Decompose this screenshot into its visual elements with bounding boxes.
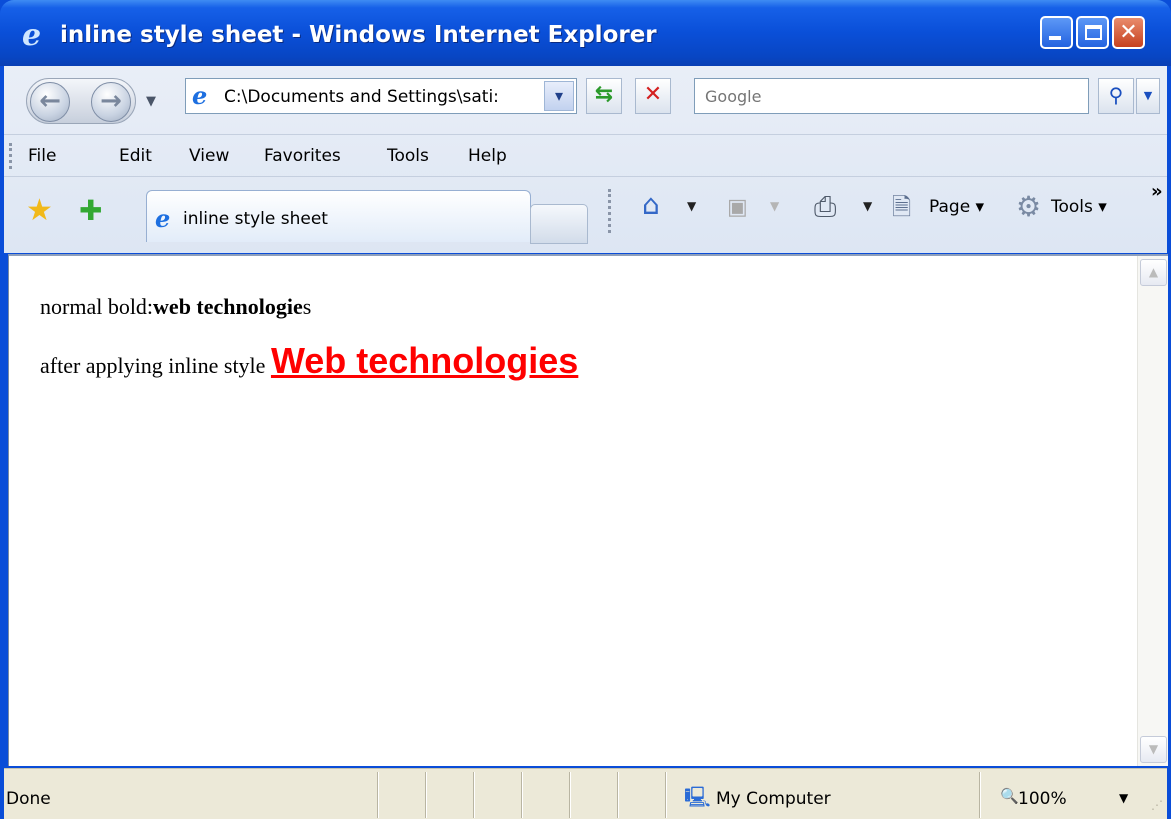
menu-view[interactable]: View bbox=[187, 146, 231, 166]
ie-logo-icon: e bbox=[22, 18, 42, 53]
magnifier-icon: ⚲ bbox=[1108, 83, 1124, 107]
status-divider bbox=[617, 772, 618, 818]
chevron-down-icon: ▾ bbox=[554, 86, 564, 105]
status-bar: Done 🖳 My Computer 🔍 100% ▼ ⋰ bbox=[4, 768, 1167, 819]
recent-pages-dropdown[interactable]: ▼ bbox=[146, 94, 156, 109]
feeds-icon[interactable]: ▣ bbox=[727, 195, 748, 221]
styled-text: Web technologies bbox=[270, 340, 579, 381]
security-zone[interactable]: My Computer bbox=[716, 789, 831, 809]
stop-icon: ✕ bbox=[643, 82, 663, 107]
home-icon[interactable]: ⌂ bbox=[642, 189, 660, 221]
toolbar-overflow-button[interactable]: » bbox=[1151, 181, 1163, 202]
zoom-icon[interactable]: 🔍 bbox=[1000, 787, 1019, 805]
chevron-up-icon: ▲ bbox=[1148, 265, 1159, 279]
search-button[interactable]: ⚲ bbox=[1098, 78, 1134, 114]
browser-window: e inline style sheet - Windows Internet … bbox=[0, 0, 1171, 819]
menu-help[interactable]: Help bbox=[466, 146, 509, 166]
status-divider bbox=[569, 772, 570, 818]
feeds-dropdown-button[interactable]: ▼ bbox=[770, 199, 779, 213]
page-content: normal bold:web technologies after apply… bbox=[8, 254, 1168, 766]
close-icon: ✕ bbox=[1119, 20, 1138, 45]
tab-label: inline style sheet bbox=[183, 209, 328, 229]
address-bar[interactable]: e C:\Documents and Settings\sati: ▾ bbox=[185, 78, 577, 114]
new-tab-button[interactable] bbox=[530, 204, 588, 244]
address-bar-row: ← → ▼ e C:\Documents and Settings\sati: … bbox=[4, 66, 1167, 134]
normal-bold-line: normal bold:web technologies bbox=[40, 294, 311, 320]
ie-page-icon: e bbox=[155, 204, 171, 233]
status-divider bbox=[473, 772, 474, 818]
maximize-button[interactable] bbox=[1076, 16, 1109, 49]
vertical-scrollbar[interactable]: ▲ ▼ bbox=[1137, 256, 1168, 766]
tab-row: ★ ✚ e inline style sheet ⌂ ▼ ▣ ▼ ⎙ ▼ 🗎 P… bbox=[4, 176, 1167, 253]
maximize-icon bbox=[1085, 25, 1102, 40]
star-icon[interactable]: ★ bbox=[26, 195, 53, 227]
search-options-button[interactable]: ▼ bbox=[1136, 78, 1160, 114]
address-dropdown-button[interactable]: ▾ bbox=[544, 81, 574, 111]
page-ie-icon: e bbox=[192, 81, 208, 110]
bold-text: web technologie bbox=[153, 294, 303, 319]
back-arrow-icon: ← bbox=[39, 86, 61, 116]
line1-prefix: normal bold: bbox=[40, 294, 154, 319]
scroll-up-button[interactable]: ▲ bbox=[1140, 259, 1167, 286]
menu-tools[interactable]: Tools bbox=[385, 146, 431, 166]
refresh-icon: ⇆ bbox=[594, 82, 614, 107]
line2-prefix: after applying inline style bbox=[40, 353, 271, 378]
back-button[interactable]: ← bbox=[30, 82, 70, 122]
command-bar-grip[interactable] bbox=[608, 189, 611, 233]
status-text: Done bbox=[6, 789, 51, 809]
menu-edit[interactable]: Edit bbox=[117, 146, 154, 166]
home-dropdown-button[interactable]: ▼ bbox=[687, 199, 696, 213]
title-bar: e inline style sheet - Windows Internet … bbox=[0, 0, 1171, 66]
resize-grip[interactable]: ⋰ bbox=[1147, 797, 1163, 813]
scroll-down-button[interactable]: ▼ bbox=[1140, 736, 1167, 763]
chevron-down-icon: ▼ bbox=[1143, 89, 1153, 102]
status-divider bbox=[979, 772, 980, 818]
menu-grip[interactable] bbox=[9, 143, 12, 169]
page-menu-button[interactable]: Page ▾ bbox=[929, 197, 984, 217]
chevron-down-icon: ▼ bbox=[1148, 742, 1159, 756]
printer-icon[interactable]: ⎙ bbox=[814, 191, 836, 223]
gear-icon[interactable]: ⚙ bbox=[1016, 191, 1041, 223]
print-dropdown-button[interactable]: ▼ bbox=[863, 199, 872, 213]
minimize-button[interactable] bbox=[1040, 16, 1073, 49]
close-button[interactable]: ✕ bbox=[1112, 16, 1145, 49]
forward-button[interactable]: → bbox=[91, 82, 131, 122]
search-input[interactable] bbox=[695, 79, 1088, 113]
tools-menu-button[interactable]: Tools ▾ bbox=[1051, 197, 1107, 217]
zoom-level[interactable]: 100% bbox=[1018, 789, 1067, 809]
status-divider bbox=[377, 772, 378, 818]
window-title: inline style sheet - Windows Internet Ex… bbox=[60, 22, 657, 48]
status-divider bbox=[521, 772, 522, 818]
refresh-button[interactable]: ⇆ bbox=[586, 78, 622, 114]
page-menu-label: Page bbox=[929, 197, 971, 217]
computer-icon: 🖳 bbox=[684, 785, 711, 809]
search-box[interactable] bbox=[694, 78, 1089, 114]
menu-favorites[interactable]: Favorites bbox=[262, 146, 343, 166]
stop-button[interactable]: ✕ bbox=[635, 78, 671, 114]
menu-bar: File Edit View Favorites Tools Help bbox=[4, 134, 1167, 176]
tab-inline-style-sheet[interactable]: e inline style sheet bbox=[146, 190, 531, 242]
forward-arrow-icon: → bbox=[100, 86, 122, 116]
status-divider bbox=[425, 772, 426, 818]
page-icon[interactable]: 🗎 bbox=[892, 193, 911, 221]
line1-suffix: s bbox=[302, 294, 312, 319]
navigation-buttons: ← → bbox=[26, 78, 136, 124]
zoom-dropdown-button[interactable]: ▼ bbox=[1119, 791, 1128, 805]
address-input[interactable]: C:\Documents and Settings\sati: bbox=[224, 87, 534, 107]
browser-chrome: ← → ▼ e C:\Documents and Settings\sati: … bbox=[4, 66, 1167, 253]
inline-style-line: after applying inline style Web technolo… bbox=[40, 340, 578, 382]
tools-menu-label: Tools bbox=[1051, 197, 1093, 217]
minimize-icon bbox=[1049, 36, 1061, 40]
add-favorites-icon[interactable]: ✚ bbox=[79, 195, 102, 227]
status-divider bbox=[665, 772, 666, 818]
menu-file[interactable]: File bbox=[26, 146, 58, 166]
